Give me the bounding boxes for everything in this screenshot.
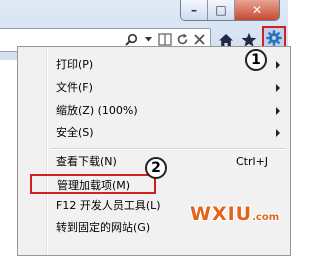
- submenu-arrow-icon: [276, 129, 280, 137]
- watermark-logo: WXIU.com: [190, 203, 279, 225]
- submenu-arrow-icon: [276, 107, 280, 115]
- menu-item-security[interactable]: 安全(S): [56, 124, 94, 142]
- minimize-button[interactable]: –: [181, 0, 208, 20]
- callout-badge-1: 1: [245, 49, 267, 71]
- close-button[interactable]: ✕: [235, 0, 279, 20]
- dropdown-icon[interactable]: [141, 31, 155, 47]
- stop-icon[interactable]: [192, 31, 206, 47]
- menu-item-manage-addons[interactable]: 管理加载项(M): [30, 174, 156, 194]
- window-controls: – □ ✕: [180, 0, 280, 21]
- menu-gutter: [46, 47, 48, 255]
- watermark-text: WXIU: [190, 203, 253, 225]
- submenu-arrow-icon: [276, 61, 280, 69]
- address-bar-icons: [124, 31, 206, 47]
- menu-item-zoom[interactable]: 缩放(Z) (100%): [56, 102, 138, 120]
- compat-view-icon[interactable]: [158, 31, 172, 47]
- menu-separator: [50, 148, 286, 150]
- refresh-icon[interactable]: [175, 31, 189, 47]
- menu-item-print[interactable]: 打印(P): [56, 56, 93, 74]
- menu-item-pinned-sites[interactable]: 转到固定的网站(G): [56, 219, 150, 237]
- submenu-arrow-icon: [276, 84, 280, 92]
- gear-icon: [266, 30, 282, 46]
- watermark-domain: .com: [252, 212, 280, 223]
- menu-item-file[interactable]: 文件(F): [56, 79, 93, 97]
- menu-item-f12-devtools[interactable]: F12 开发人员工具(L): [56, 197, 161, 215]
- shortcut-label: Ctrl+J: [236, 155, 269, 168]
- search-icon[interactable]: [124, 31, 138, 47]
- menu-item-view-downloads[interactable]: 查看下载(N): [56, 153, 117, 171]
- callout-badge-2: 2: [145, 157, 167, 179]
- restore-button[interactable]: □: [208, 0, 235, 20]
